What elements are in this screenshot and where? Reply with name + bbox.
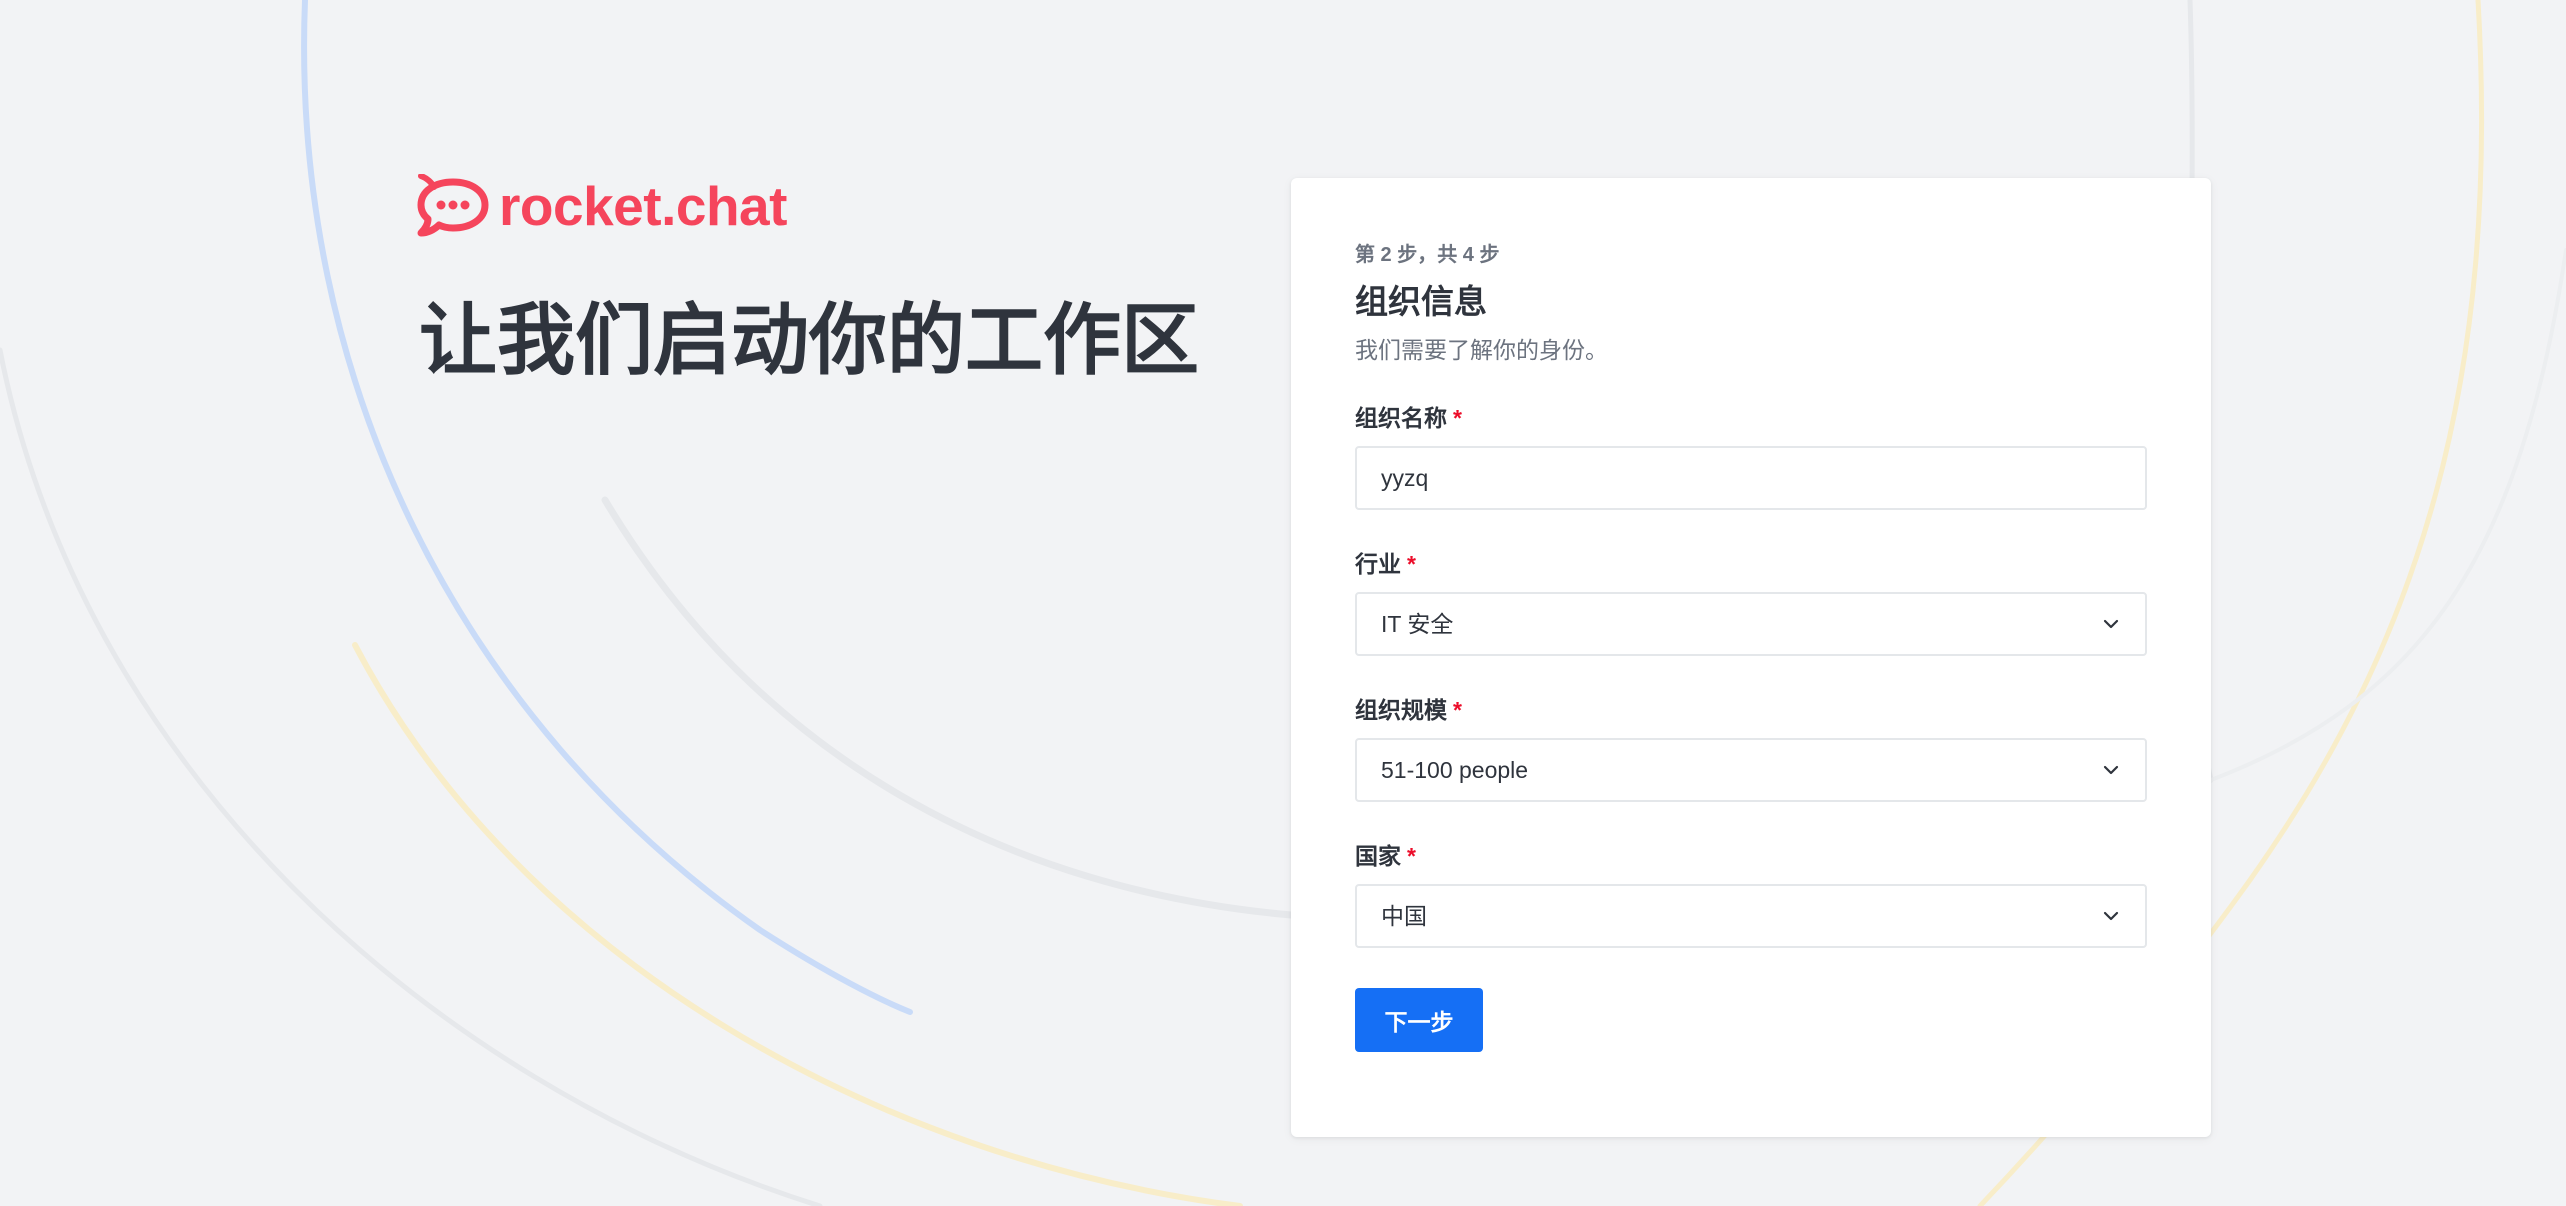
required-marker: * xyxy=(1453,405,1462,431)
country-value: 中国 xyxy=(1381,903,1427,929)
hero-title: 让我们启动你的工作区 xyxy=(419,296,1200,384)
chevron-down-icon[interactable] xyxy=(2101,906,2121,926)
decor-arc-gray-outer xyxy=(0,347,823,1206)
form-subtitle: 我们需要了解你的身份。 xyxy=(1355,337,1608,363)
organization-size-value: 51-100 people xyxy=(1381,757,1529,783)
decor-arc-blue xyxy=(301,0,913,1015)
step-indicator: 第 2 步，共 4 步 xyxy=(1355,244,1500,266)
field-organization-name: 组织名称 * yyzq xyxy=(1355,402,2147,510)
industry-value: IT 安全 xyxy=(1381,611,1454,637)
field-country: 国家 * 中国 xyxy=(1355,840,2147,948)
country-select[interactable]: 中国 xyxy=(1355,884,2147,948)
decor-arc-yellow-left xyxy=(352,642,1243,1206)
form-title: 组织信息 xyxy=(1355,283,1487,320)
required-marker: * xyxy=(1407,551,1416,577)
decor-arc-gray-right-long xyxy=(2209,248,2566,782)
organization-name-value: yyzq xyxy=(1381,465,1429,491)
required-marker: * xyxy=(1407,843,1416,869)
chevron-down-icon[interactable] xyxy=(2101,614,2121,634)
field-label: 行业 * xyxy=(1355,548,2147,580)
organization-size-label: 组织规模 xyxy=(1355,697,1447,723)
decor-arc-gray-inner xyxy=(601,496,1295,919)
next-step-button[interactable]: 下一步 xyxy=(1355,988,1483,1052)
field-organization-size: 组织规模 * 51-100 people xyxy=(1355,694,2147,802)
rocket-chat-bubble-icon xyxy=(417,174,489,237)
field-industry: 行业 * IT 安全 xyxy=(1355,548,2147,656)
required-marker: * xyxy=(1453,697,1462,723)
field-label: 国家 * xyxy=(1355,840,2147,872)
rocket-chat-wordmark: rocket.chat xyxy=(499,174,787,237)
field-label: 组织名称 * xyxy=(1355,402,2147,434)
field-label: 组织规模 * xyxy=(1355,694,2147,726)
chevron-down-icon[interactable] xyxy=(2101,760,2121,780)
organization-info-card: 第 2 步，共 4 步 组织信息 我们需要了解你的身份。 组织名称 * yyzq … xyxy=(1291,178,2211,1137)
industry-select[interactable]: IT 安全 xyxy=(1355,592,2147,656)
organization-name-input[interactable]: yyzq xyxy=(1355,446,2147,510)
organization-name-label: 组织名称 xyxy=(1355,405,1447,431)
country-label: 国家 xyxy=(1355,843,1401,869)
industry-label: 行业 xyxy=(1355,551,1401,577)
rocket-chat-logo: rocket.chat xyxy=(417,172,787,240)
organization-size-select[interactable]: 51-100 people xyxy=(1355,738,2147,802)
